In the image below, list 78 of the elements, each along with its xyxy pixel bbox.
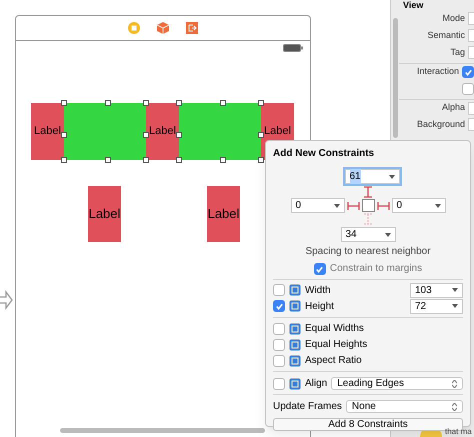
resize-handle[interactable] [105,157,111,163]
label-view[interactable]: Label [207,186,240,242]
align-icon [289,378,301,390]
scrollbar-thumb[interactable] [392,18,398,138]
resize-handle[interactable] [176,157,182,163]
field-label: Update Frames [273,400,342,414]
resize-handle[interactable] [105,100,111,106]
section-title: View [402,0,424,10]
input-field[interactable] [468,118,474,131]
top-spacing-field[interactable]: 61 [344,169,400,184]
resize-handle[interactable] [258,100,264,106]
label-view[interactable]: Label [146,103,179,160]
resize-handle[interactable] [61,157,67,163]
view-square-icon [362,199,374,212]
size-icon [289,300,301,312]
resize-handle[interactable] [143,157,149,163]
stepper-icon [452,380,457,388]
caret-icon [334,204,340,208]
resize-handle[interactable] [176,100,182,106]
exit-icon[interactable] [186,22,198,34]
input-field[interactable] [468,29,474,42]
left-spacing-field[interactable]: 0 [290,198,344,213]
resize-handle[interactable] [220,100,226,106]
input-field[interactable] [468,102,474,114]
checkbox[interactable] [462,82,474,94]
resize-handle[interactable] [258,132,264,138]
label-view[interactable]: Label [88,186,121,242]
checkbox-label: Height [305,300,335,314]
resize-handle[interactable] [143,100,149,106]
cube-icon[interactable] [157,22,169,34]
equal-icon [289,354,301,366]
input-field[interactable] [468,46,474,59]
resize-handle[interactable] [176,132,182,138]
checkbox[interactable] [273,322,285,334]
resize-handle[interactable] [220,157,226,163]
field-label: Tag [450,46,465,59]
resize-handle[interactable] [143,132,149,138]
checkbox[interactable] [273,338,285,350]
checkbox-label: Align [305,377,328,391]
checkbox-label: Equal Widths [305,322,364,336]
caret-icon [452,304,458,308]
checkbox[interactable] [273,354,285,366]
checkbox-label: Aspect Ratio [305,354,362,368]
label-view[interactable]: Label [31,103,64,160]
caption-text: Spacing to nearest neighbor [305,246,431,258]
align-select[interactable]: Leading Edges [331,377,463,390]
input-field[interactable] [468,12,474,25]
size-field[interactable]: 72 [410,298,463,314]
equal-icon [289,322,301,334]
size-icon [289,284,301,296]
checkbox-label: Width [305,284,332,298]
checkbox[interactable] [273,284,285,296]
resize-handle[interactable] [61,132,67,138]
checkbox[interactable] [273,378,285,390]
equal-icon [289,338,301,350]
caret-icon [452,288,458,292]
battery-icon [283,44,303,52]
field-label: Semantic [427,28,465,42]
checkbox-label: Equal Heights [305,338,368,352]
bottom-spacing-field[interactable]: 34 [340,227,396,242]
scrollbar-thumb[interactable] [60,428,265,433]
caret-icon [384,232,390,236]
checkbox[interactable] [314,263,326,275]
resize-handle[interactable] [61,100,67,106]
resize-handle[interactable] [258,157,264,163]
size-field[interactable]: 103 [410,282,463,298]
checkbox-label: Constrain to margins [330,263,422,275]
field-label: Alpha [442,101,465,114]
update-frames-select[interactable]: None [346,400,463,413]
right-spacing-field[interactable]: 0 [392,198,446,213]
field-label: Mode [442,12,465,25]
caret-icon [388,174,394,178]
caret-icon [434,204,440,208]
checkbox[interactable] [273,300,285,312]
checkbox[interactable] [462,66,474,78]
field-label: Interaction [416,65,459,78]
stepper-icon [452,402,457,410]
field-label: Background [416,118,465,131]
